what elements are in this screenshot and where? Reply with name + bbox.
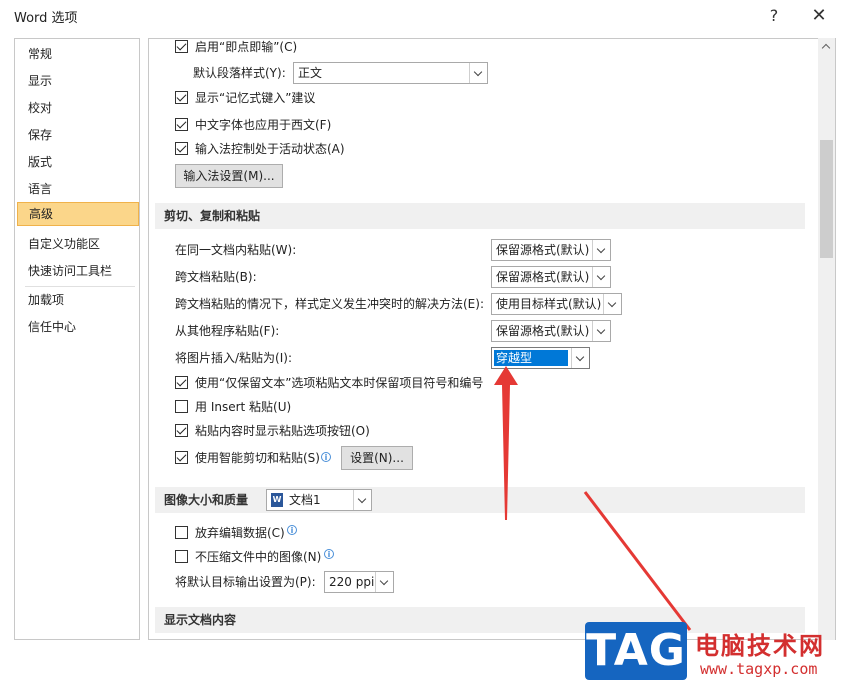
watermark-tag-text: TAG (586, 625, 686, 676)
watermark-tag-logo: TAG (585, 622, 687, 680)
watermark-url: www.tagxp.com (700, 660, 818, 678)
watermark-site-name: 电脑技术网 (695, 632, 825, 660)
red-arrow-up-icon (494, 366, 518, 520)
red-line-diagonal (583, 491, 692, 631)
annotation-arrows (494, 366, 692, 631)
